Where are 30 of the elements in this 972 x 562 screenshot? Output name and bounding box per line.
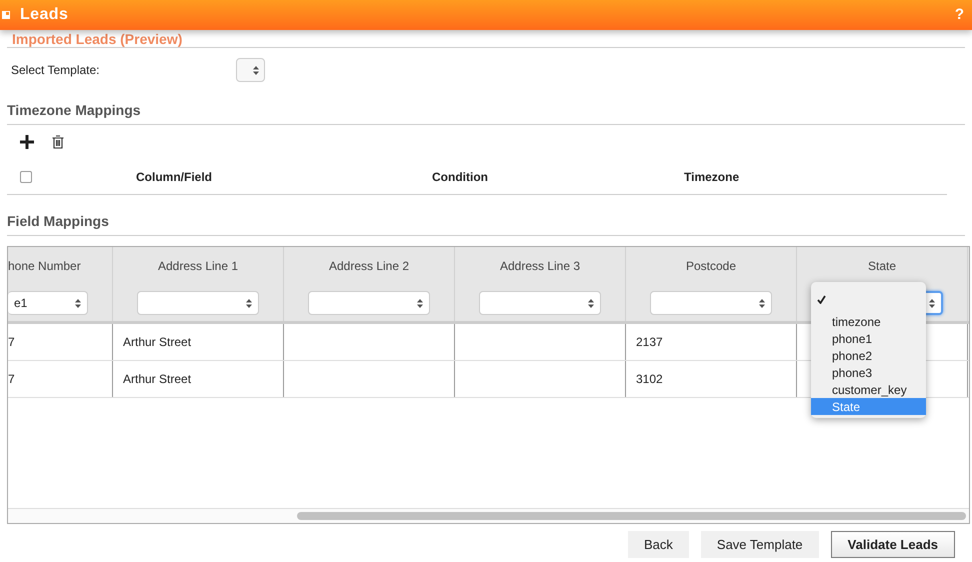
select-value: e1: [14, 295, 28, 312]
header-title: Leads: [20, 5, 68, 25]
column-header: Condition: [432, 168, 489, 186]
column-header: Address Line 2: [328, 258, 410, 275]
section-title: Field Mappings: [7, 212, 110, 231]
column-header: Address Line 3: [500, 258, 580, 275]
table-cell-text: 2137: [636, 334, 663, 351]
table-cell-text: 7: [8, 371, 15, 388]
action-button[interactable]: Save Template: [700, 531, 819, 558]
table-cell-text: Arthur Street: [123, 334, 192, 351]
action-button[interactable]: Validate Leads: [830, 531, 955, 558]
dropdown-option[interactable]: customer_key: [811, 381, 926, 398]
table-cell-text: 3102: [636, 371, 663, 388]
column-header: Column/Field: [135, 168, 213, 186]
action-button[interactable]: Back: [628, 531, 689, 558]
dropdown-option[interactable]: phone3: [811, 364, 926, 381]
template-label: Select Template:: [11, 62, 100, 79]
column-header: Postcode: [686, 258, 736, 275]
section-title: Imported Leads (Preview): [12, 32, 184, 46]
column-header: hone Number: [8, 258, 81, 275]
column-header: Address Line 1: [158, 258, 238, 275]
table-cell-text: 7: [8, 334, 15, 351]
dropdown-option[interactable]: phone1: [811, 330, 926, 347]
table-cell-text: Arthur Street: [123, 371, 192, 388]
column-header: State: [868, 258, 896, 275]
column-header: Timezone: [684, 168, 740, 186]
dropdown-option[interactable]: phone2: [811, 347, 926, 364]
dropdown-option[interactable]: timezone: [811, 313, 926, 330]
column-select[interactable]: e1: [8, 291, 88, 315]
section-title: Timezone Mappings: [7, 101, 142, 120]
